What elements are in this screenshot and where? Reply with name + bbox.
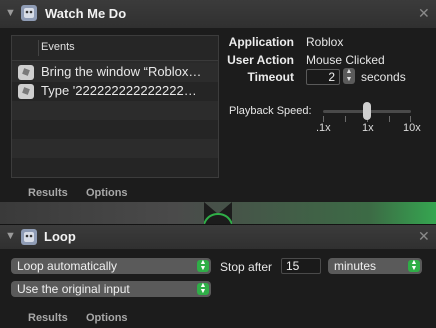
application-value: Roblox [306,35,344,49]
options-tab[interactable]: Options [86,312,128,324]
events-column-header[interactable]: Events [41,41,75,53]
collapse-chevron-icon[interactable]: ▼ [5,7,16,19]
speed-tick-label: 1x [362,122,374,134]
close-icon[interactable]: ✕ [418,5,430,22]
connector-notch [204,202,232,226]
events-table-header: Events [12,36,218,61]
slider-tick [389,116,390,122]
application-label: Application [228,35,294,49]
results-tab[interactable]: Results [28,187,68,199]
results-tab[interactable]: Results [28,312,68,324]
timeout-label: Timeout [247,70,294,84]
timeout-field[interactable]: 2 [306,69,340,85]
collapse-chevron-icon[interactable]: ▼ [5,230,16,242]
time-unit-popup[interactable]: minutes ▲ ▼ [328,258,422,274]
popup-arrows-icon: ▲ ▼ [197,259,209,272]
timeout-unit: seconds [361,70,406,84]
event-text: Type '222222222222222… [41,83,197,98]
events-table[interactable]: Events Bring the window “Roblox… Type '2… [11,35,219,178]
loop-title: Loop [44,229,76,244]
empty-row [12,120,218,139]
loop-mode-popup[interactable]: Loop automatically ▲ ▼ [11,258,211,274]
empty-row [12,158,218,177]
mouse-click-icon [18,65,34,80]
event-text: Bring the window “Roblox… [41,64,202,79]
slider-tick [345,116,346,122]
column-divider [38,40,39,56]
empty-row [12,101,218,120]
timeout-stepper[interactable]: ▲ ▼ [343,68,355,84]
automator-robot-icon [21,229,37,245]
watch-me-do-header: ▼ Watch Me Do ✕ [0,0,436,29]
watch-me-do-title: Watch Me Do [45,6,127,21]
automator-robot-icon [21,5,37,21]
stop-after-field[interactable]: 15 [281,258,321,274]
keyboard-type-icon [18,84,34,99]
stop-after-label: Stop after [220,260,273,274]
speed-tick-label: 10x [403,122,421,134]
empty-row [12,139,218,158]
popup-arrows-icon: ▲ ▼ [408,259,420,272]
loop-mode-value: Loop automatically [17,259,118,273]
input-source-popup[interactable]: Use the original input ▲ ▼ [11,281,211,297]
popup-arrows-icon: ▲ ▼ [197,282,209,295]
playback-speed-label: Playback Speed: [229,105,312,117]
user-action-label: User Action [227,53,294,67]
event-row[interactable]: Bring the window “Roblox… [12,63,218,82]
time-unit-value: minutes [334,259,377,273]
speed-tick-label: .1x [316,122,331,134]
close-icon[interactable]: ✕ [418,228,430,245]
user-action-value: Mouse Clicked [306,53,385,67]
playback-speed-knob[interactable] [363,102,371,120]
event-row[interactable]: Type '222222222222222… [12,82,218,101]
input-source-value: Use the original input [17,282,130,296]
loop-header: ▼ Loop ✕ [0,224,436,250]
options-tab[interactable]: Options [86,187,128,199]
